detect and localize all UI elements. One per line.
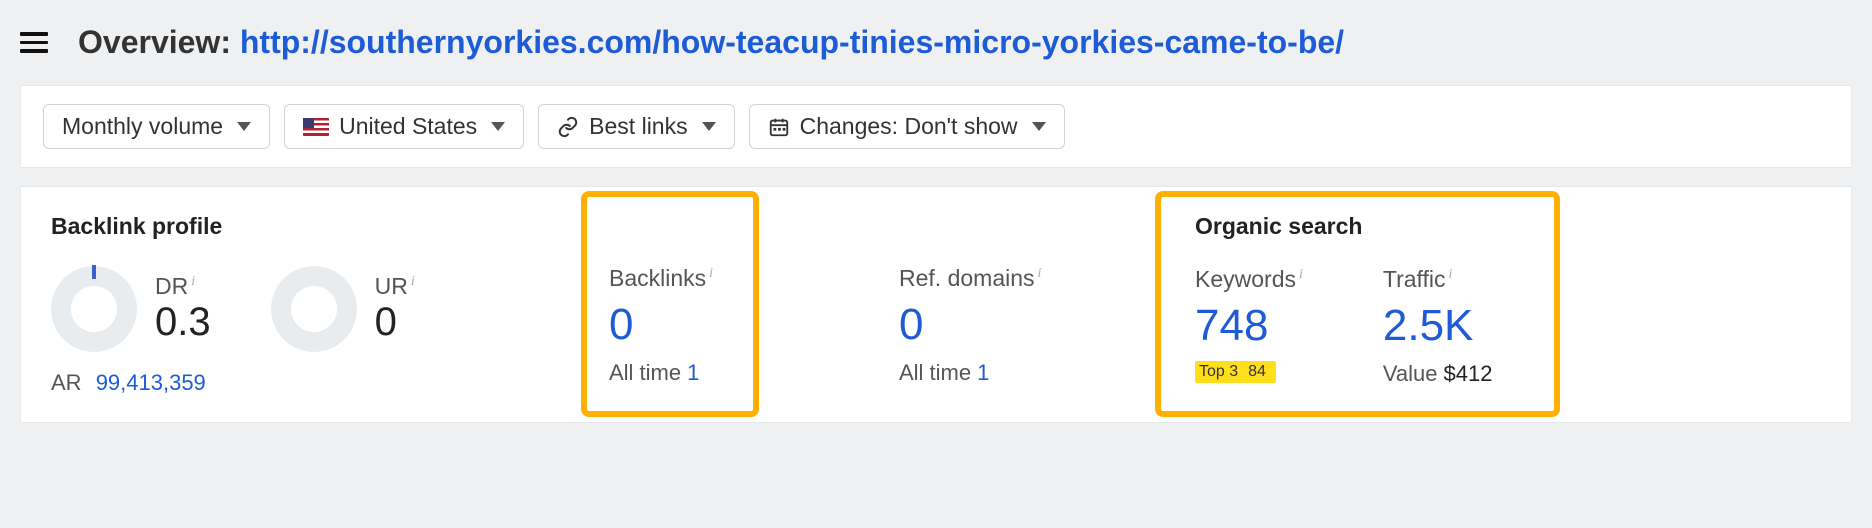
keywords-metric[interactable]: Keywordsi 748 Top 384 [1195,266,1303,387]
volume-label: Monthly volume [62,113,223,140]
info-icon[interactable]: i [1299,267,1303,282]
chevron-down-icon [702,122,716,131]
toolbar-panel: Monthly volume United States Best links … [20,85,1852,168]
chevron-down-icon [491,122,505,131]
info-icon[interactable]: i [709,266,713,281]
chevron-down-icon [1032,122,1046,131]
keywords-value: 748 [1195,301,1303,351]
title-prefix: Overview: [78,24,240,60]
refdomains-value: 0 [899,300,1133,350]
backlinks-label: Backlinksi [609,265,843,292]
keywords-label: Keywordsi [1195,266,1303,293]
flag-us-icon [303,118,329,136]
keywords-top3-chip[interactable]: Top 384 [1195,361,1276,383]
changes-label: Changes: Don't show [800,113,1018,140]
backlinks-sub: All time1 [609,360,843,386]
organic-search-title: Organic search [1195,213,1492,240]
dr-label: DRi [155,273,211,300]
menu-icon[interactable] [20,32,48,53]
dr-value: 0.3 [155,300,211,345]
info-icon[interactable]: i [411,274,415,289]
page-title: Overview: http://southernyorkies.com/how… [78,24,1344,61]
refdomains-sub: All time1 [899,360,1133,386]
ur-donut-icon [271,266,357,352]
link-icon [557,116,579,138]
info-icon[interactable]: i [1038,266,1042,281]
organic-search-section: Organic search Keywordsi 748 Top 384 Tra… [1161,213,1516,396]
refdomains-label: Ref. domainsi [899,265,1133,292]
page-header: Overview: http://southernyorkies.com/how… [0,0,1872,85]
changes-dropdown[interactable]: Changes: Don't show [749,104,1065,149]
info-icon[interactable]: i [191,274,195,289]
refdomains-metric[interactable]: Ref. domainsi 0 All time1 [871,213,1161,396]
best-links-label: Best links [589,113,687,140]
overview-url-link[interactable]: http://southernyorkies.com/how-teacup-ti… [240,24,1344,60]
backlink-profile-section: Backlink profile DRi 0.3 URi 0 AR 99,413… [21,213,581,396]
ar-value: 99,413,359 [96,370,206,395]
country-label: United States [339,113,477,140]
best-links-dropdown[interactable]: Best links [538,104,734,149]
country-dropdown[interactable]: United States [284,104,524,149]
info-icon[interactable]: i [1449,267,1453,282]
ar-metric[interactable]: AR 99,413,359 [51,370,557,396]
traffic-label: Traffici [1383,266,1493,293]
dr-metric[interactable]: DRi 0.3 [51,266,211,352]
calendar-icon [768,116,790,138]
backlinks-metric[interactable]: Backlinksi 0 All time1 [581,213,871,396]
backlinks-value: 0 [609,300,843,350]
backlink-profile-title: Backlink profile [51,213,557,240]
traffic-metric[interactable]: Traffici 2.5K Value$412 [1383,266,1493,387]
volume-dropdown[interactable]: Monthly volume [43,104,270,149]
traffic-value-sub: Value$412 [1383,361,1493,387]
dr-donut-icon [51,266,137,352]
ur-value: 0 [375,300,415,345]
overview-panel: Backlink profile DRi 0.3 URi 0 AR 99,413… [20,186,1852,423]
ur-label: URi [375,273,415,300]
chevron-down-icon [237,122,251,131]
traffic-value: 2.5K [1383,301,1493,351]
toolbar: Monthly volume United States Best links … [21,86,1851,167]
ar-label: AR [51,370,82,395]
ur-metric[interactable]: URi 0 [271,266,415,352]
